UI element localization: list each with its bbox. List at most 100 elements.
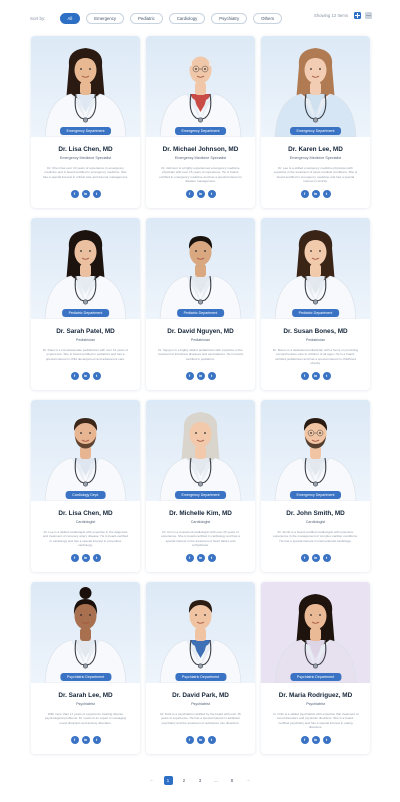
twitter-icon[interactable]: t [322, 190, 331, 198]
doctor-portrait [274, 230, 357, 319]
doctor-role: Emergency Medicine Specialist [289, 156, 342, 160]
twitter-icon[interactable]: t [322, 372, 331, 380]
doctor-name[interactable]: Dr. David Park, MD [172, 692, 229, 699]
twitter-icon[interactable]: t [207, 736, 216, 744]
facebook-icon[interactable]: f [70, 372, 79, 380]
twitter-icon[interactable]: t [92, 190, 101, 198]
doctor-name[interactable]: Dr. David Nguyen, MD [167, 328, 233, 335]
doctor-name[interactable]: Dr. Lisa Chen, MD [58, 146, 112, 153]
doctor-photo: Pediatric Department [261, 218, 370, 319]
list-view-button[interactable] [365, 12, 372, 19]
twitter-icon[interactable]: t [322, 554, 331, 562]
social-links: f in t [300, 736, 331, 744]
doctor-role: Emergency Medicine Specialist [59, 156, 112, 160]
doctor-bio: Dr. Park is a psychiatrist certified by … [160, 712, 241, 725]
twitter-icon[interactable]: t [92, 372, 101, 380]
linkedin-icon[interactable]: in [81, 736, 90, 744]
doctor-name[interactable]: Dr. Susan Bones, MD [283, 328, 347, 335]
next-page-button[interactable]: → [244, 776, 253, 785]
facebook-icon[interactable]: f [300, 372, 309, 380]
doctor-photo: Cardiology Dept. [31, 400, 140, 501]
doctor-card[interactable]: Emergency Department Dr. Karen Lee, MD Eme… [261, 36, 370, 208]
linkedin-icon[interactable]: in [196, 372, 205, 380]
page-button-1[interactable]: 1 [163, 775, 173, 785]
doctor-role: Pediatrician [305, 338, 326, 342]
linkedin-icon[interactable]: in [81, 190, 90, 198]
doctor-name[interactable]: Dr. Maria Rodriguez, MD [279, 692, 353, 699]
twitter-icon[interactable]: t [207, 554, 216, 562]
doctor-photo: Psychiatric Department [31, 582, 140, 683]
pagination-ellipsis: ... [214, 777, 218, 783]
facebook-icon[interactable]: f [70, 190, 79, 198]
doctor-card[interactable]: Pediatric Department Dr. Sarah Patel, MD P… [31, 218, 140, 390]
filter-chips: All Emergency Pediatric Cardiology Psychiatr… [59, 12, 283, 24]
linkedin-icon[interactable]: in [311, 736, 320, 744]
twitter-icon[interactable]: t [322, 736, 331, 744]
page-button-3[interactable]: 3 [196, 776, 205, 785]
filter-chip-emergency[interactable]: Emergency [86, 12, 125, 24]
page-button-8[interactable]: 8 [228, 776, 237, 785]
doctor-bio: Dr. Nguyen is a highly skilled pediatric… [157, 348, 244, 361]
filter-chip-cardiology[interactable]: Cardiology [168, 12, 206, 24]
doctor-portrait [261, 582, 370, 683]
twitter-icon[interactable]: t [207, 190, 216, 198]
showing-count: Showing 12 Items [313, 13, 348, 18]
linkedin-icon[interactable]: in [196, 736, 205, 744]
doctor-card[interactable]: Emergency Department Dr. Michelle Kim, MD… [146, 400, 255, 572]
grid-view-button[interactable] [354, 12, 361, 19]
grid-icon [355, 13, 360, 18]
doctor-name[interactable]: Dr. Karen Lee, MD [288, 146, 343, 153]
doctor-name[interactable]: Dr. Michelle Kim, MD [169, 510, 232, 517]
facebook-icon[interactable]: f [70, 554, 79, 562]
doctor-name[interactable]: Dr. Lisa Chen, MD [58, 510, 112, 517]
filter-chip-pediatric[interactable]: Pediatric [130, 12, 163, 24]
doctor-grid: Emergency Department Dr. Lisa Chen, MD Eme… [31, 36, 371, 754]
linkedin-icon[interactable]: in [81, 554, 90, 562]
doctor-role: Psychiatrist [191, 702, 210, 706]
facebook-icon[interactable]: f [300, 736, 309, 744]
linkedin-icon[interactable]: in [81, 372, 90, 380]
doctor-card[interactable]: Emergency Department Dr. John Smith, MD Ca… [261, 400, 370, 572]
linkedin-icon[interactable]: in [311, 554, 320, 562]
doctor-card[interactable]: Psychiatric Department Dr. David Park, MD… [146, 582, 255, 754]
doctor-card[interactable]: Psychiatric Department Dr. Sarah Lee, MD P… [31, 582, 140, 754]
doctor-role: Cardiologist [75, 520, 96, 524]
doctor-bio: Dr. Kim is a renowned cardiologist with … [161, 530, 240, 548]
sort-label: Sort by: [30, 15, 46, 21]
doctor-name[interactable]: Dr. Michael Johnson, MD [163, 146, 239, 153]
doctor-card[interactable]: Emergency Department Dr. Lisa Chen, MD Eme… [31, 36, 140, 208]
doctor-card[interactable]: Cardiology Dept. Dr. Lisa Chen, MD Cardiol… [31, 400, 140, 572]
twitter-icon[interactable]: t [92, 554, 101, 562]
doctor-name[interactable]: Dr. Sarah Patel, MD [56, 328, 115, 335]
facebook-icon[interactable]: f [70, 736, 79, 744]
prev-page-button[interactable]: ← [148, 776, 157, 785]
doctor-bio: Dr. Lee is a skilled cardiologist with e… [42, 530, 129, 548]
facebook-icon[interactable]: f [185, 554, 194, 562]
linkedin-icon[interactable]: in [196, 554, 205, 562]
filter-chip-all[interactable]: All [59, 12, 81, 24]
doctor-name[interactable]: Dr. Sarah Lee, MD [58, 692, 112, 699]
doctor-name[interactable]: Dr. John Smith, MD [286, 510, 345, 517]
facebook-icon[interactable]: f [300, 554, 309, 562]
linkedin-icon[interactable]: in [311, 372, 320, 380]
twitter-icon[interactable]: t [92, 736, 101, 744]
doctor-card[interactable]: Psychiatric Department Dr. Maria Rodrigue… [261, 582, 370, 754]
doctor-card[interactable]: Pediatric Department Dr. Susan Bones, MD P… [261, 218, 370, 390]
doctor-portrait [159, 56, 242, 137]
filter-chip-others[interactable]: Others [253, 12, 283, 24]
department-badge: Pediatric Department [61, 309, 110, 317]
linkedin-icon[interactable]: in [311, 190, 320, 198]
doctor-portrait [159, 412, 242, 501]
doctor-card[interactable]: Emergency Department Dr. Michael Johnson,… [146, 36, 255, 208]
social-links: f in t [185, 554, 216, 562]
facebook-icon[interactable]: f [185, 372, 194, 380]
facebook-icon[interactable]: f [185, 736, 194, 744]
filter-chip-psychiatry[interactable]: Psychiatry [211, 12, 248, 24]
linkedin-icon[interactable]: in [196, 190, 205, 198]
twitter-icon[interactable]: t [207, 372, 216, 380]
page-button-2[interactable]: 2 [180, 776, 189, 785]
facebook-icon[interactable]: f [185, 190, 194, 198]
doctor-card[interactable]: Pediatric Department Dr. David Nguyen, MD… [146, 218, 255, 390]
doctor-bio: Dr. Johnson is a highly experienced emer… [159, 166, 242, 184]
facebook-icon[interactable]: f [300, 190, 309, 198]
